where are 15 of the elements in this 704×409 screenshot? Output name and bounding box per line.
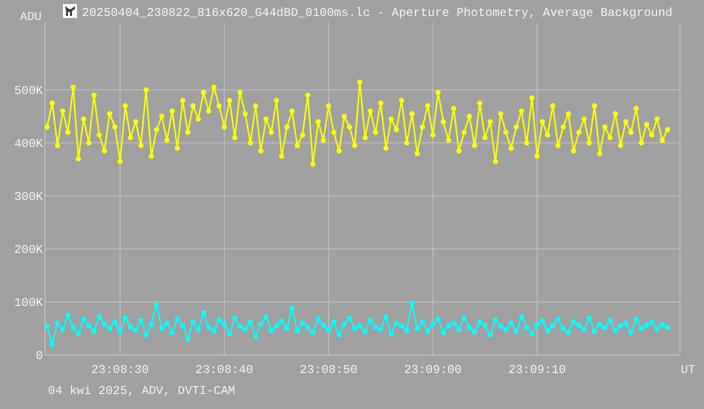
tick-label: 23:09:00	[404, 363, 462, 377]
tick-label: 23:08:30	[91, 363, 149, 377]
tick-label: 400K	[14, 136, 43, 151]
tick-label: 23:08:50	[300, 363, 358, 377]
tick-label: 500K	[14, 84, 43, 98]
tick-label: 0	[36, 349, 43, 363]
tick-label: 200K	[14, 242, 43, 257]
tick-label: 300K	[14, 190, 43, 204]
axis-label: ADU	[20, 10, 42, 24]
footer-text: 04 kwi 2025, ADV, DVTI-CAM	[47, 383, 236, 398]
tick-label: 23:08:40	[196, 363, 254, 377]
chart-title: 20250404_230822_816x620_G44dBD_0100ms.lc - Aperture Photometry, Average Background	[82, 6, 672, 20]
axis-label: UT	[680, 363, 696, 377]
tick-label: 100K	[14, 296, 43, 310]
tick-label: 23:09:10	[508, 363, 566, 377]
